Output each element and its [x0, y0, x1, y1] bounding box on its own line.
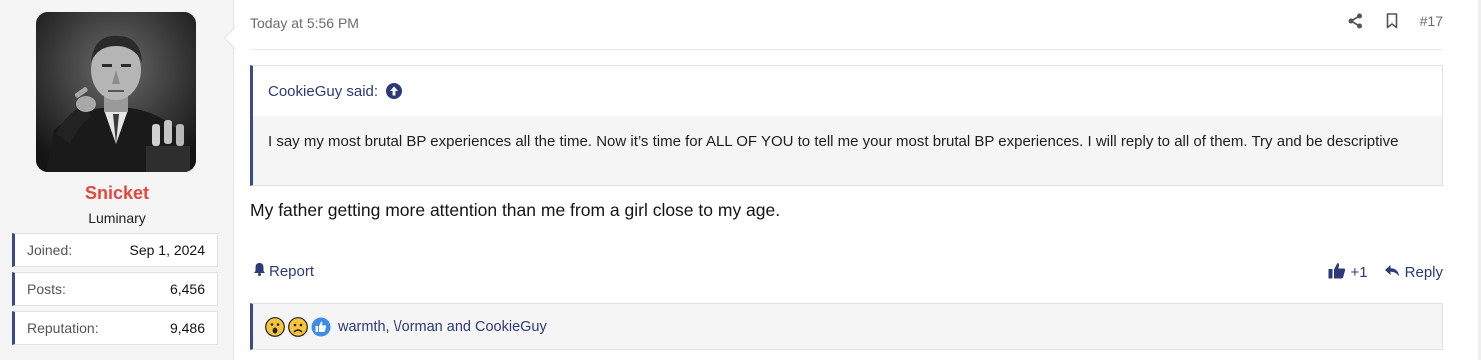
quote-block: CookieGuy said: I say my most brutal BP … [250, 65, 1443, 186]
report-label: Report [269, 262, 315, 280]
user-title: Luminary [88, 210, 146, 226]
stat-label: Posts: [27, 281, 66, 297]
wow-emoji-icon [265, 316, 285, 337]
like-emoji-icon [311, 317, 331, 337]
post-number[interactable]: #17 [1420, 13, 1443, 29]
like-button[interactable]: +1 [1328, 262, 1368, 283]
user-panel: Snicket Luminary Joined: Sep 1, 2024 Pos… [0, 0, 234, 360]
stat-reputation: Reputation: 9,486 [12, 311, 218, 345]
thumbs-up-icon [1328, 262, 1346, 283]
avatar-image [36, 12, 196, 172]
reply-button[interactable]: Reply [1384, 264, 1443, 282]
reply-arrow-icon [1384, 264, 1400, 282]
stat-posts: Posts: 6,456 [12, 272, 218, 306]
stat-joined: Joined: Sep 1, 2024 [12, 233, 218, 267]
post-message: My father getting more attention than me… [250, 200, 781, 220]
quote-text: I say my most brutal BP experiences all … [253, 116, 1442, 185]
post-actions: +1 Reply [1328, 262, 1443, 283]
share-icon[interactable] [1348, 12, 1364, 30]
post-date[interactable]: Today at 5:56 PM [250, 15, 359, 31]
username[interactable]: Snicket [0, 183, 234, 204]
post-tools: #17 [1348, 12, 1443, 30]
quote-header: CookieGuy said: [253, 66, 1442, 116]
report-link[interactable]: Report [253, 262, 314, 280]
like-count: +1 [1350, 264, 1368, 281]
stat-value: 9,486 [169, 320, 205, 336]
quote-author[interactable]: CookieGuy said: [268, 83, 378, 100]
avatar[interactable] [36, 12, 196, 172]
header-divider [250, 49, 1443, 50]
reply-label: Reply [1404, 264, 1443, 281]
stat-value: Sep 1, 2024 [129, 242, 205, 258]
reaction-users[interactable]: warmth, \/orman and CookieGuy [338, 319, 547, 335]
stat-label: Reputation: [27, 320, 99, 336]
bookmark-icon[interactable] [1384, 12, 1400, 30]
stat-value: 6,456 [169, 281, 205, 297]
bell-icon [253, 262, 266, 280]
reactions-bar[interactable]: warmth, \/orman and CookieGuy [250, 303, 1443, 350]
jump-to-quote-icon[interactable] [386, 83, 403, 99]
stat-label: Joined: [27, 242, 73, 258]
sad-emoji-icon [288, 316, 308, 337]
